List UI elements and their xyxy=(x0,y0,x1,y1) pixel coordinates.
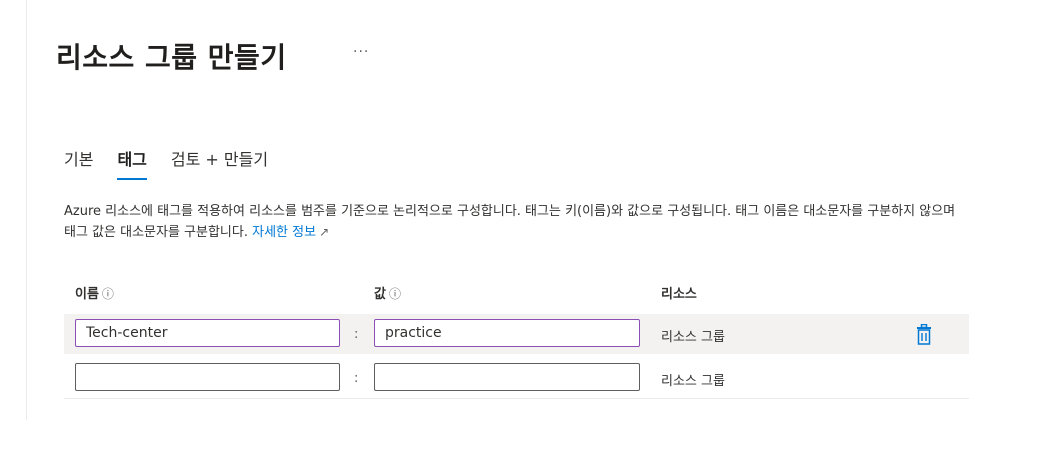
value-header-label: 값 xyxy=(374,287,386,302)
tab-bar: 기본 태그 검토 + 만들기 xyxy=(64,146,268,180)
tag-value-input[interactable] xyxy=(374,363,640,391)
info-icon[interactable]: ⓘ xyxy=(389,287,401,301)
more-options-button[interactable]: ··· xyxy=(353,44,369,60)
external-link-icon: ↗ xyxy=(319,225,330,239)
learn-more-label[interactable]: 자세한 정보 xyxy=(252,225,316,240)
resource-label: 리소스 그룹 xyxy=(661,374,725,389)
learn-more-link[interactable]: 자세한 정보 ↗ xyxy=(252,225,329,240)
separator: : xyxy=(354,327,359,342)
resource-header-label: 리소스 xyxy=(661,287,697,302)
column-header-value: 값 ⓘ xyxy=(374,283,401,302)
name-header-label: 이름 xyxy=(75,287,99,302)
page-title: 리소스 그룹 만들기 xyxy=(56,41,287,74)
tag-value-input[interactable] xyxy=(374,319,640,347)
tags-description: Azure 리소스에 태그를 적용하여 리소스를 범주를 기준으로 논리적으로 … xyxy=(64,202,964,243)
tag-name-input[interactable] xyxy=(75,319,340,347)
tag-row: : 리소스 그룹 xyxy=(64,314,969,354)
tag-name-input[interactable] xyxy=(75,363,340,391)
column-header-name: 이름 ⓘ xyxy=(75,283,114,302)
column-header-resource: 리소스 xyxy=(661,283,697,302)
delete-icon[interactable] xyxy=(914,324,934,346)
tab-tags[interactable]: 태그 xyxy=(117,146,147,180)
separator: : xyxy=(354,371,359,386)
tab-review-create[interactable]: 검토 + 만들기 xyxy=(171,146,268,180)
tab-basics[interactable]: 기본 xyxy=(64,146,93,180)
description-text: Azure 리소스에 태그를 적용하여 리소스를 범주를 기준으로 논리적으로 … xyxy=(64,204,956,240)
tag-row: : 리소스 그룹 xyxy=(64,358,969,399)
resource-label: 리소스 그룹 xyxy=(661,330,725,345)
left-border xyxy=(26,0,27,420)
info-icon[interactable]: ⓘ xyxy=(102,287,114,301)
